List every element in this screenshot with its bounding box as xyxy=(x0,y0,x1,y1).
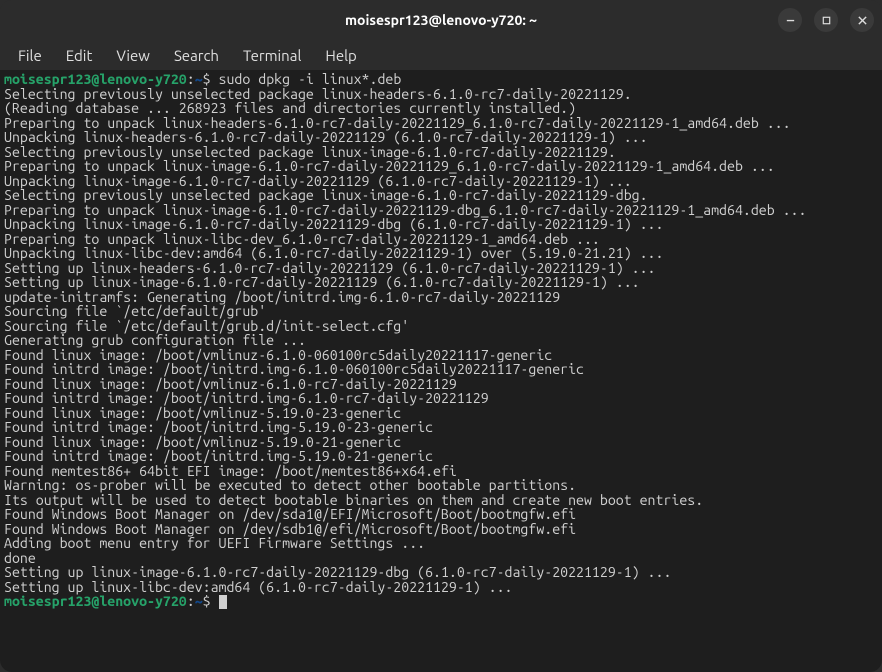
prompt-path: ~ xyxy=(195,593,203,609)
terminal-output-line: Unpacking linux-image-6.1.0-rc7-daily-20… xyxy=(4,174,878,189)
terminal-line: moisespr123@lenovo-y720:~$ xyxy=(4,594,878,609)
terminal-output-line: Preparing to unpack linux-libc-dev_6.1.0… xyxy=(4,232,878,247)
prompt-dollar: $ xyxy=(203,593,219,609)
terminal-window: moisespr123@lenovo-y720: ~ File Edit Vie… xyxy=(0,0,882,672)
terminal-output-line: Sourcing file `/etc/default/grub.d/init-… xyxy=(4,319,878,334)
menu-help[interactable]: Help xyxy=(313,43,368,68)
terminal-output-line: Found linux image: /boot/vmlinuz-6.1.0-0… xyxy=(4,348,878,363)
menubar: File Edit View Search Terminal Help xyxy=(0,40,882,70)
terminal-output-line: Found linux image: /boot/vmlinuz-6.1.0-r… xyxy=(4,377,878,392)
close-icon xyxy=(857,15,868,26)
terminal-output-line: Warning: os-prober will be executed to d… xyxy=(4,478,878,493)
terminal-output-line: done xyxy=(4,551,878,566)
maximize-button[interactable] xyxy=(814,8,838,32)
terminal-output-line: Found initrd image: /boot/initrd.img-6.1… xyxy=(4,391,878,406)
terminal-output-line: Found linux image: /boot/vmlinuz-5.19.0-… xyxy=(4,406,878,421)
terminal-output-line: Its output will be used to detect bootab… xyxy=(4,493,878,508)
terminal-output-line: Unpacking linux-libc-dev:amd64 (6.1.0-rc… xyxy=(4,246,878,261)
command-text: sudo dpkg -i linux*.deb xyxy=(219,71,402,87)
terminal-output-line: Adding boot menu entry for UEFI Firmware… xyxy=(4,536,878,551)
terminal-output-line: update-initramfs: Generating /boot/initr… xyxy=(4,290,878,305)
menu-edit[interactable]: Edit xyxy=(54,43,105,68)
terminal-line: moisespr123@lenovo-y720:~$ sudo dpkg -i … xyxy=(4,72,878,87)
terminal-output-line: Selecting previously unselected package … xyxy=(4,188,878,203)
prompt-user: moisespr123@lenovo-y720 xyxy=(4,593,187,609)
maximize-icon xyxy=(821,15,832,26)
terminal-output-line: Found initrd image: /boot/initrd.img-5.1… xyxy=(4,449,878,464)
cursor xyxy=(219,595,227,609)
window-title: moisespr123@lenovo-y720: ~ xyxy=(345,12,537,28)
menu-terminal[interactable]: Terminal xyxy=(231,43,313,68)
window-controls xyxy=(778,8,874,32)
titlebar[interactable]: moisespr123@lenovo-y720: ~ xyxy=(0,0,882,40)
menu-file[interactable]: File xyxy=(6,43,54,68)
terminal-output-line: Unpacking linux-image-6.1.0-rc7-daily-20… xyxy=(4,217,878,232)
terminal-output-line: Found Windows Boot Manager on /dev/sdb1@… xyxy=(4,522,878,537)
minimize-icon xyxy=(785,15,796,26)
terminal-output-line: Preparing to unpack linux-image-6.1.0-rc… xyxy=(4,203,878,218)
terminal-output-line: Preparing to unpack linux-image-6.1.0-rc… xyxy=(4,159,878,174)
terminal-output-line: Found Windows Boot Manager on /dev/sda1@… xyxy=(4,507,878,522)
prompt-colon: : xyxy=(187,593,195,609)
menu-search[interactable]: Search xyxy=(162,43,231,68)
terminal-viewport[interactable]: moisespr123@lenovo-y720:~$ sudo dpkg -i … xyxy=(0,70,882,672)
terminal-output-line: Setting up linux-headers-6.1.0-rc7-daily… xyxy=(4,261,878,276)
prompt-user: moisespr123@lenovo-y720 xyxy=(4,71,187,87)
terminal-output-line: Setting up linux-image-6.1.0-rc7-daily-2… xyxy=(4,275,878,290)
prompt-colon: : xyxy=(187,71,195,87)
terminal-output-line: Found initrd image: /boot/initrd.img-5.1… xyxy=(4,420,878,435)
terminal-output-line: (Reading database ... 268923 files and d… xyxy=(4,101,878,116)
terminal-output-line: Selecting previously unselected package … xyxy=(4,87,878,102)
terminal-output-line: Sourcing file `/etc/default/grub' xyxy=(4,304,878,319)
terminal-output-line: Found linux image: /boot/vmlinuz-5.19.0-… xyxy=(4,435,878,450)
terminal-output-line: Unpacking linux-headers-6.1.0-rc7-daily-… xyxy=(4,130,878,145)
terminal-output-line: Selecting previously unselected package … xyxy=(4,145,878,160)
close-button[interactable] xyxy=(850,8,874,32)
terminal-output-line: Setting up linux-libc-dev:amd64 (6.1.0-r… xyxy=(4,580,878,595)
terminal-output-line: Generating grub configuration file ... xyxy=(4,333,878,348)
terminal-output-line: Found memtest86+ 64bit EFI image: /boot/… xyxy=(4,464,878,479)
terminal-output-line: Setting up linux-image-6.1.0-rc7-daily-2… xyxy=(4,565,878,580)
terminal-output-line: Found initrd image: /boot/initrd.img-6.1… xyxy=(4,362,878,377)
menu-view[interactable]: View xyxy=(104,43,162,68)
minimize-button[interactable] xyxy=(778,8,802,32)
prompt-dollar: $ xyxy=(203,71,219,87)
prompt-path: ~ xyxy=(195,71,203,87)
terminal-output-line: Preparing to unpack linux-headers-6.1.0-… xyxy=(4,116,878,131)
